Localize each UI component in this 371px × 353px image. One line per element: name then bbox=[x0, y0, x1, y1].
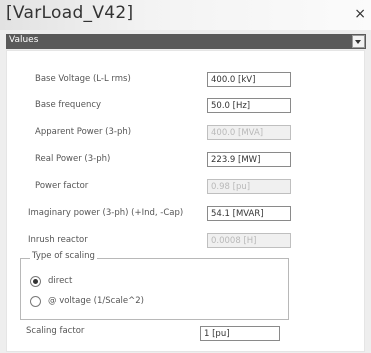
radio-direct[interactable] bbox=[30, 276, 41, 287]
inrush-reactor-field: 0.0008 [H] bbox=[207, 233, 291, 248]
base-frequency-label: Base frequency bbox=[35, 100, 102, 110]
real-power-label: Real Power (3-ph) bbox=[35, 154, 111, 164]
title-bar[interactable]: [VarLoad_V42] × bbox=[0, 0, 371, 30]
base-frequency-field[interactable]: 50.0 [Hz] bbox=[207, 98, 291, 113]
apparent-power-field: 400.0 [MVA] bbox=[207, 125, 291, 140]
scaling-type-legend: Type of scaling bbox=[30, 251, 97, 261]
power-factor-label: Power factor bbox=[35, 181, 89, 191]
scaling-factor-field[interactable]: 1 [pu] bbox=[200, 326, 280, 341]
radio-voltage-scaling-label: @ voltage (1/Scale^2) bbox=[48, 296, 144, 306]
inrush-reactor-label: Inrush reactor bbox=[28, 235, 88, 245]
chevron-down-icon[interactable] bbox=[352, 35, 365, 48]
base-voltage-field[interactable]: 400.0 [kV] bbox=[207, 72, 291, 87]
imaginary-power-field[interactable]: 54.1 [MVAR] bbox=[207, 206, 291, 221]
close-icon[interactable]: × bbox=[354, 6, 366, 22]
power-factor-field: 0.98 [pu] bbox=[207, 179, 291, 194]
section-dropdown[interactable]: Values bbox=[6, 34, 366, 49]
window-title: [VarLoad_V42] bbox=[6, 3, 134, 23]
imaginary-power-label: Imaginary power (3-ph) (+Ind, -Cap) bbox=[28, 208, 184, 218]
section-label: Values bbox=[9, 35, 39, 45]
real-power-field[interactable]: 223.9 [MW] bbox=[207, 152, 291, 167]
apparent-power-label: Apparent Power (3-ph) bbox=[35, 127, 132, 137]
radio-voltage-scaling[interactable] bbox=[30, 296, 41, 307]
scaling-factor-label: Scaling factor bbox=[26, 326, 85, 336]
base-voltage-label: Base Voltage (L-L rms) bbox=[35, 74, 131, 84]
scaling-type-group bbox=[20, 258, 289, 320]
radio-direct-label: direct bbox=[48, 276, 73, 286]
